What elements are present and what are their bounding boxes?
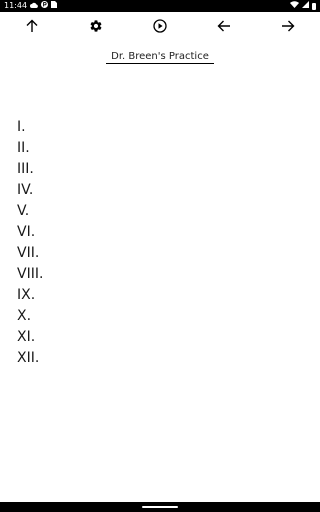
cloud-icon <box>30 0 38 12</box>
toolbar <box>0 14 320 38</box>
settings-button[interactable] <box>84 14 108 38</box>
arrow-up-icon <box>25 19 39 33</box>
app-screen: 11:44 Dr. Breen's Practice I. II. III. I… <box>0 0 320 512</box>
status-left: 11:44 <box>4 0 58 12</box>
document-title: Dr. Breen's Practice <box>106 50 214 64</box>
play-circle-icon <box>153 19 167 33</box>
home-gesture-handle[interactable] <box>142 506 178 508</box>
status-bar: 11:44 <box>0 0 320 12</box>
list-item[interactable]: X. <box>17 306 43 327</box>
list-item[interactable]: VII. <box>17 243 43 264</box>
status-right <box>290 0 316 12</box>
arrow-right-icon <box>281 19 295 33</box>
list-item[interactable]: V. <box>17 201 43 222</box>
play-button[interactable] <box>148 14 172 38</box>
back-button[interactable] <box>212 14 236 38</box>
list-item[interactable]: II. <box>17 138 43 159</box>
list-item[interactable]: IX. <box>17 285 43 306</box>
wifi-icon <box>290 0 299 12</box>
arrow-left-icon <box>217 19 231 33</box>
gear-icon <box>89 19 103 33</box>
forward-button[interactable] <box>276 14 300 38</box>
battery-icon <box>312 2 316 10</box>
numeral-list: I. II. III. IV. V. VI. VII. VIII. IX. X. XI. XII. <box>17 117 43 369</box>
sim-card-icon <box>51 0 58 12</box>
up-button[interactable] <box>20 14 44 38</box>
status-time: 11:44 <box>4 1 28 10</box>
list-item[interactable]: XI. <box>17 327 43 348</box>
list-item[interactable]: XII. <box>17 348 43 369</box>
list-item[interactable]: VI. <box>17 222 43 243</box>
list-item[interactable]: I. <box>17 117 43 138</box>
navigation-bar <box>0 502 320 512</box>
list-item[interactable]: VIII. <box>17 264 43 285</box>
signal-icon <box>302 0 309 12</box>
list-item[interactable]: IV. <box>17 180 43 201</box>
list-item[interactable]: III. <box>17 159 43 180</box>
p-badge-icon <box>41 0 49 12</box>
